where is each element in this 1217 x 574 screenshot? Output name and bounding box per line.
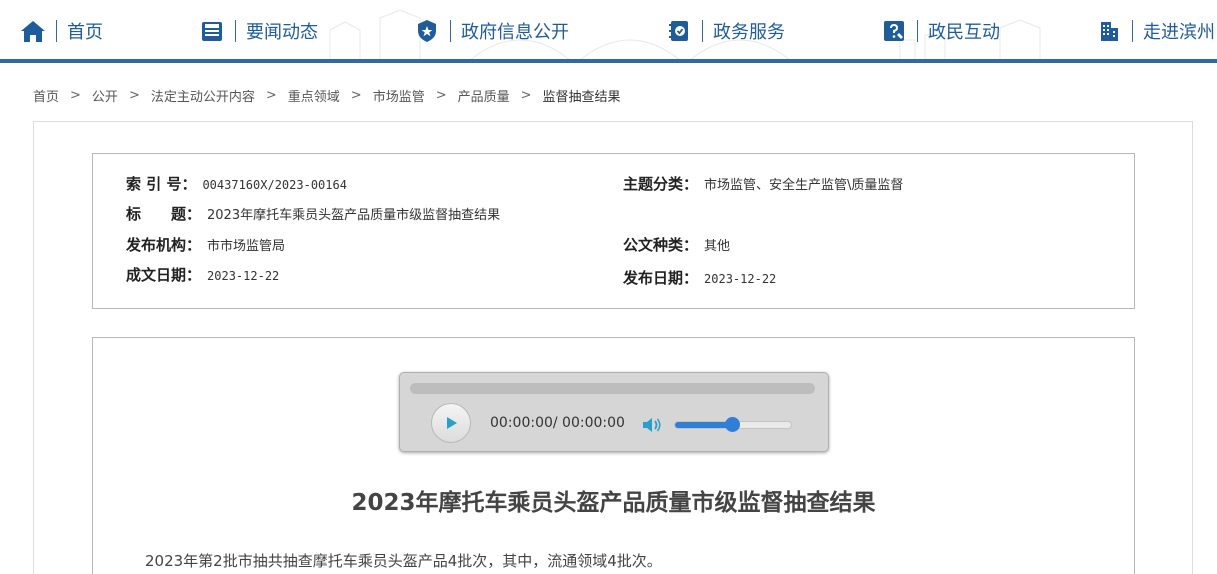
article-content-box: 00:00:00/ 00:00:00 2023年摩托车乘员头盔产品质量市级监督抽… — [92, 337, 1135, 574]
service-icon — [666, 18, 692, 44]
nav-label: 政府信息公开 — [461, 22, 569, 43]
meta-index-row: 索 引 号： 00437160X/2023-00164 — [126, 173, 347, 194]
meta-title-key: 标 题： — [126, 205, 202, 223]
volume-slider-handle[interactable] — [725, 417, 740, 432]
skyline-decoration — [329, 9, 1041, 60]
meta-published-row: 发布日期： 2023-12-22 — [623, 267, 776, 288]
main-container: 索 引 号： 00437160X/2023-00164 主题分类： 市场监管、安… — [33, 121, 1193, 574]
nav-item-services[interactable]: 政务服务 — [666, 14, 785, 48]
meta-topic-key: 主题分类： — [623, 175, 699, 193]
article-title: 2023年摩托车乘员头盔产品质量市级监督抽查结果 — [351, 490, 876, 516]
nav-item-home[interactable]: 首页 — [20, 14, 103, 48]
nav-item-binzhou[interactable]: 走进滨州 — [1096, 14, 1215, 48]
police-badge-icon — [414, 18, 440, 44]
nav-separator — [56, 20, 57, 42]
interaction-icon — [881, 18, 907, 44]
breadcrumb-home[interactable]: 首页 — [33, 86, 59, 105]
meta-index-key: 索 引 号： — [126, 175, 197, 193]
breadcrumb-separator: > — [128, 87, 140, 103]
nav-separator — [235, 20, 236, 42]
meta-title-value: 2023年摩托车乘员头盔产品质量市级监督抽查结果 — [207, 208, 501, 223]
breadcrumb: 首页 > 公开 > 法定主动公开内容 > 重点领域 > 市场监管 > 产品质量 … — [33, 86, 621, 105]
meta-org-key: 发布机构： — [126, 236, 202, 254]
play-button[interactable] — [431, 403, 471, 443]
nav-label: 走进滨州 — [1143, 22, 1215, 43]
meta-published-key: 发布日期： — [623, 269, 699, 287]
meta-title-row: 标 题： 2023年摩托车乘员头盔产品质量市级监督抽查结果 — [126, 203, 500, 224]
audio-progress-bar[interactable] — [410, 383, 815, 394]
volume-slider[interactable] — [674, 417, 792, 432]
meta-doctype-key: 公文种类： — [623, 236, 699, 254]
meta-doctype-value: 其他 — [704, 239, 731, 254]
breadcrumb-statutory-content[interactable]: 法定主动公开内容 — [151, 86, 255, 105]
breadcrumb-separator: > — [435, 87, 447, 103]
nav-item-gov-info[interactable]: 政府信息公开 — [414, 14, 569, 48]
home-icon — [20, 18, 46, 44]
breadcrumb-separator: > — [265, 87, 277, 103]
breadcrumb-public[interactable]: 公开 — [92, 86, 118, 105]
article-paragraph: 2023年第2批市抽共抽查摩托车乘员头盔产品4批次，其中，流通领域4批次。 — [145, 552, 662, 570]
breadcrumb-product-quality[interactable]: 产品质量 — [458, 86, 510, 105]
audio-player: 00:00:00/ 00:00:00 — [399, 372, 829, 452]
meta-published-value: 2023-12-22 — [704, 272, 777, 286]
news-icon — [199, 18, 225, 44]
document-meta-box: 索 引 号： 00437160X/2023-00164 主题分类： 市场监管、安… — [92, 153, 1135, 309]
meta-created-value: 2023-12-22 — [207, 269, 280, 283]
nav-label: 要闻动态 — [246, 22, 318, 43]
breadcrumb-separator: > — [350, 87, 362, 103]
meta-org-row: 发布机构： 市市场监管局 — [126, 234, 285, 255]
breadcrumb-separator: > — [520, 87, 532, 103]
nav-item-news[interactable]: 要闻动态 — [199, 14, 318, 48]
meta-org-value: 市市场监管局 — [207, 239, 286, 254]
top-navigation: 首页 要闻动态 政府信息公开 政务服务 政民互动 走进滨州 — [0, 0, 1217, 63]
audio-time: 00:00:00/ 00:00:00 — [490, 415, 625, 431]
meta-topic-row: 主题分类： 市场监管、安全生产监管\质量监督 — [623, 173, 903, 194]
play-icon — [447, 417, 457, 429]
nav-separator — [1132, 20, 1133, 42]
breadcrumb-current: 监督抽查结果 — [542, 89, 621, 105]
nav-bottom-bar — [0, 59, 1217, 63]
nav-label: 政务服务 — [713, 22, 785, 43]
nav-label: 首页 — [67, 22, 103, 43]
nav-label: 政民互动 — [928, 22, 1000, 43]
volume-icon[interactable] — [642, 417, 662, 433]
nav-separator — [450, 20, 451, 42]
breadcrumb-separator: > — [70, 87, 81, 103]
meta-doctype-row: 公文种类： 其他 — [623, 234, 730, 255]
nav-item-interaction[interactable]: 政民互动 — [881, 14, 1000, 48]
meta-created-row: 成文日期： 2023-12-22 — [126, 264, 279, 285]
meta-created-key: 成文日期： — [126, 266, 202, 284]
meta-topic-value: 市场监管、安全生产监管\质量监督 — [704, 178, 904, 193]
building-icon — [1096, 18, 1122, 44]
nav-separator — [917, 20, 918, 42]
nav-separator — [702, 20, 703, 42]
meta-index-value: 00437160X/2023-00164 — [202, 178, 347, 192]
breadcrumb-key-areas[interactable]: 重点领域 — [288, 86, 340, 105]
breadcrumb-market-supervision[interactable]: 市场监管 — [373, 86, 425, 105]
